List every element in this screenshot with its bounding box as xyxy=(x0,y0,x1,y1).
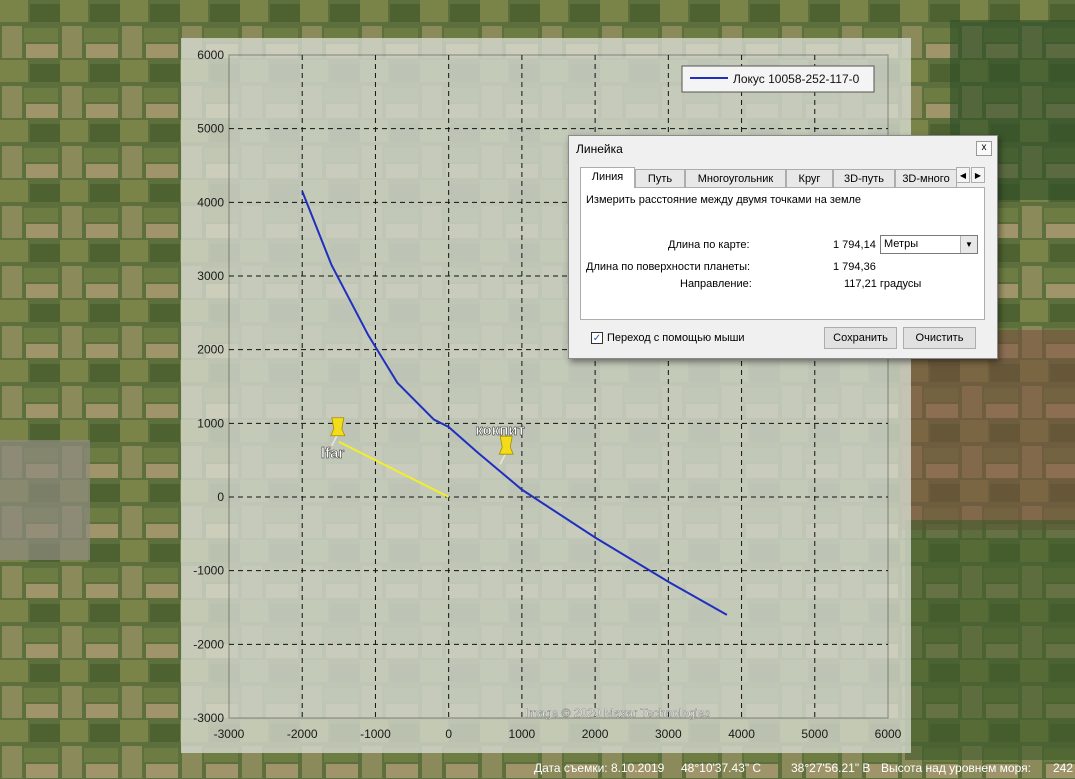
y-tick-label: -2000 xyxy=(193,637,224,651)
imagery-date: Дата съемки: 8.10.2019 xyxy=(534,761,665,775)
longitude-readout: 38°27'56.21" В xyxy=(791,761,871,775)
y-tick-label: 0 xyxy=(217,490,224,504)
ruler-titlebar[interactable]: Линейка x xyxy=(569,136,997,160)
ruler-title: Линейка xyxy=(576,142,623,156)
x-tick-label: 1000 xyxy=(509,727,536,741)
placemark-label: кокпит xyxy=(475,422,525,439)
tab-path[interactable]: Путь xyxy=(635,169,685,187)
y-tick-label: 6000 xyxy=(197,48,224,62)
satellite-map-view[interactable]: -3000 -2000 -1000 0 1000 2000 3000 4000 5000 6000… xyxy=(0,0,1075,779)
tab-circle[interactable]: Круг xyxy=(786,169,833,187)
heading-label: Направление: xyxy=(680,278,752,290)
tab-scroll: ◀ ▶ xyxy=(956,167,986,183)
heading-value: 117,21 градусы xyxy=(844,278,922,290)
elevation-value: 242 xyxy=(1053,761,1074,775)
tab-scroll-left-icon[interactable]: ◀ xyxy=(956,167,970,183)
x-tick-label: 4000 xyxy=(728,727,755,741)
x-tick-label: 0 xyxy=(445,727,452,741)
x-tick-label: 5000 xyxy=(801,727,828,741)
mouse-nav-label: Переход с помощью мыши xyxy=(607,332,745,344)
y-tick-label: 3000 xyxy=(197,269,224,283)
ruler-dialog: Линейка x Линия Путь Многоугольник Круг … xyxy=(568,135,998,359)
close-icon[interactable]: x xyxy=(976,141,992,156)
y-tick-label: 4000 xyxy=(197,195,224,209)
x-tick-label: -2000 xyxy=(287,727,318,741)
y-tick-label: -1000 xyxy=(193,564,224,578)
tab-polygon[interactable]: Многоугольник xyxy=(685,169,786,187)
surface-length-value: 1 794,36 xyxy=(833,261,876,273)
latitude-readout: 48°10'37.43" С xyxy=(681,761,762,775)
y-tick-label: -3000 xyxy=(193,711,224,725)
placemark-label: lfar xyxy=(321,445,345,462)
chart-legend: Локус 10058-252-117-0 xyxy=(681,65,875,93)
tab-3d-path[interactable]: 3D-путь xyxy=(833,169,895,187)
x-tick-label: -1000 xyxy=(360,727,391,741)
legend-series-label: Локус 10058-252-117-0 xyxy=(733,72,860,86)
save-button[interactable]: Сохранить xyxy=(824,327,897,349)
tab-line[interactable]: Линия xyxy=(580,167,635,188)
x-tick-label: 2000 xyxy=(582,727,609,741)
x-tick-label: -3000 xyxy=(214,727,245,741)
x-tick-label: 3000 xyxy=(655,727,682,741)
ruler-description: Измерить расстояние между двумя точками … xyxy=(586,194,862,206)
x-tick-label: 6000 xyxy=(875,727,902,741)
tab-3d-polygon[interactable]: 3D-много xyxy=(895,169,957,187)
line-tab-panel: Измерить расстояние между двумя точками … xyxy=(580,187,985,320)
unit-select[interactable]: Метры ▼ xyxy=(880,235,978,254)
surface-length-label: Длина по поверхности планеты: xyxy=(586,261,751,273)
status-bar: Дата съемки: 8.10.2019 48°10'37.43" С 38… xyxy=(0,759,1075,779)
imagery-credit: Image © 2020 Maxar Technologies xyxy=(525,706,710,720)
map-length-value: 1 794,14 xyxy=(833,239,876,251)
clear-button[interactable]: Очистить xyxy=(903,327,976,349)
elevation-label: Высота над уровнем моря: xyxy=(881,761,1031,775)
y-tick-label: 1000 xyxy=(197,416,224,430)
unit-select-value: Метры xyxy=(884,238,919,250)
chevron-down-icon[interactable]: ▼ xyxy=(960,236,977,253)
map-length-label: Длина по карте: xyxy=(668,239,750,251)
mouse-nav-checkbox[interactable]: ✓ xyxy=(591,332,603,344)
y-tick-label: 2000 xyxy=(197,343,224,357)
y-tick-label: 5000 xyxy=(197,122,224,136)
tab-scroll-right-icon[interactable]: ▶ xyxy=(971,167,985,183)
